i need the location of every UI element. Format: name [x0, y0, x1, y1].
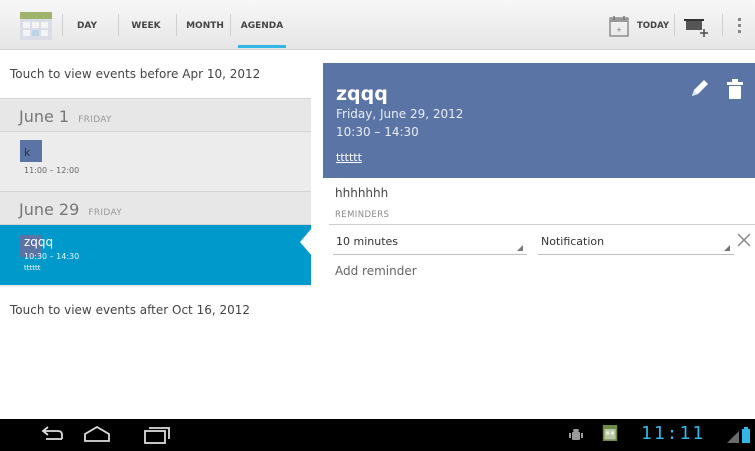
tab-agenda[interactable]: AGENDA	[234, 0, 290, 50]
reminders-label: REMINDERS	[335, 210, 390, 220]
system-navigation-bar: 11:11	[0, 419, 755, 451]
tab-day[interactable]: DAY	[68, 0, 106, 50]
event-title: k	[24, 146, 31, 159]
agenda-day-header: June 1 FRIDAY	[0, 98, 311, 132]
add-reminder-button[interactable]: Add reminder	[335, 264, 417, 278]
tab-week[interactable]: WEEK	[124, 0, 168, 50]
calendar-notification-icon	[602, 425, 618, 441]
day-weekday: FRIDAY	[78, 115, 112, 125]
agenda-event-row[interactable]: k 11:00 – 12:00	[0, 133, 311, 190]
action-bar: DAY WEEK MONTH AGENDA + TODAY	[0, 0, 755, 50]
day-date: June 1	[19, 107, 70, 126]
event-time: 10:30 – 14:30	[24, 252, 80, 261]
tab-divider	[118, 14, 119, 36]
reminder-interval-value: 10 minutes	[336, 235, 399, 248]
load-earlier-events[interactable]: Touch to view events before Apr 10, 2012	[0, 51, 311, 98]
tab-month[interactable]: MONTH	[182, 0, 228, 50]
dropdown-arrow-icon	[724, 245, 730, 251]
agenda-event-row-selected[interactable]: zqqq 10:30 – 14:30 tttttt	[0, 225, 311, 285]
reminder-method-value: Notification	[541, 235, 605, 248]
action-divider	[722, 14, 723, 36]
event-title: zqqq	[24, 235, 54, 249]
event-location: tttttt	[24, 264, 41, 272]
load-later-events[interactable]: Touch to view events after Oct 16, 2012	[0, 287, 311, 419]
reminders-divider	[329, 224, 755, 225]
day-weekday: FRIDAY	[88, 208, 123, 218]
back-icon[interactable]	[38, 423, 68, 447]
day-date: June 29	[19, 200, 80, 219]
agenda-list: Touch to view events before Apr 10, 2012…	[0, 51, 312, 419]
event-detail-time: 10:30 – 14:30	[336, 125, 419, 139]
tab-divider	[230, 14, 231, 36]
pencil-icon[interactable]	[687, 77, 711, 101]
overflow-menu-icon[interactable]	[738, 18, 742, 34]
clock: 11:11	[641, 423, 706, 444]
reminder-interval-select[interactable]: 10 minutes	[333, 231, 527, 255]
event-time: 11:00 – 12:00	[24, 166, 80, 175]
home-icon[interactable]	[82, 423, 112, 447]
calendar-app-icon[interactable]	[20, 12, 52, 40]
new-event-icon[interactable]	[684, 16, 710, 38]
event-detail-header: zqqq Friday, June 29, 2012 10:30 – 14:30…	[323, 63, 755, 178]
event-detail-location[interactable]: tttttt	[336, 151, 362, 164]
event-detail-date: Friday, June 29, 2012	[336, 107, 464, 121]
dropdown-arrow-icon	[517, 245, 523, 251]
tab-divider	[62, 14, 63, 36]
close-icon[interactable]	[736, 232, 752, 248]
tab-divider	[176, 14, 177, 36]
svg-text:+: +	[616, 26, 622, 34]
agenda-day-header: June 29 FRIDAY	[0, 191, 311, 225]
event-detail-pane: zqqq Friday, June 29, 2012 10:30 – 14:30…	[311, 51, 755, 419]
today-button[interactable]: TODAY	[637, 0, 669, 50]
signal-icon	[727, 431, 739, 443]
event-description: hhhhhhh	[335, 186, 389, 200]
action-divider	[674, 14, 675, 36]
calendar-today-icon[interactable]: +	[609, 14, 629, 38]
trash-icon[interactable]	[724, 77, 746, 101]
recent-apps-icon[interactable]	[140, 423, 172, 447]
battery-icon	[742, 427, 750, 443]
event-detail-title: zqqq	[336, 83, 388, 105]
reminder-method-select[interactable]: Notification	[538, 231, 734, 255]
android-debug-icon	[569, 429, 583, 440]
